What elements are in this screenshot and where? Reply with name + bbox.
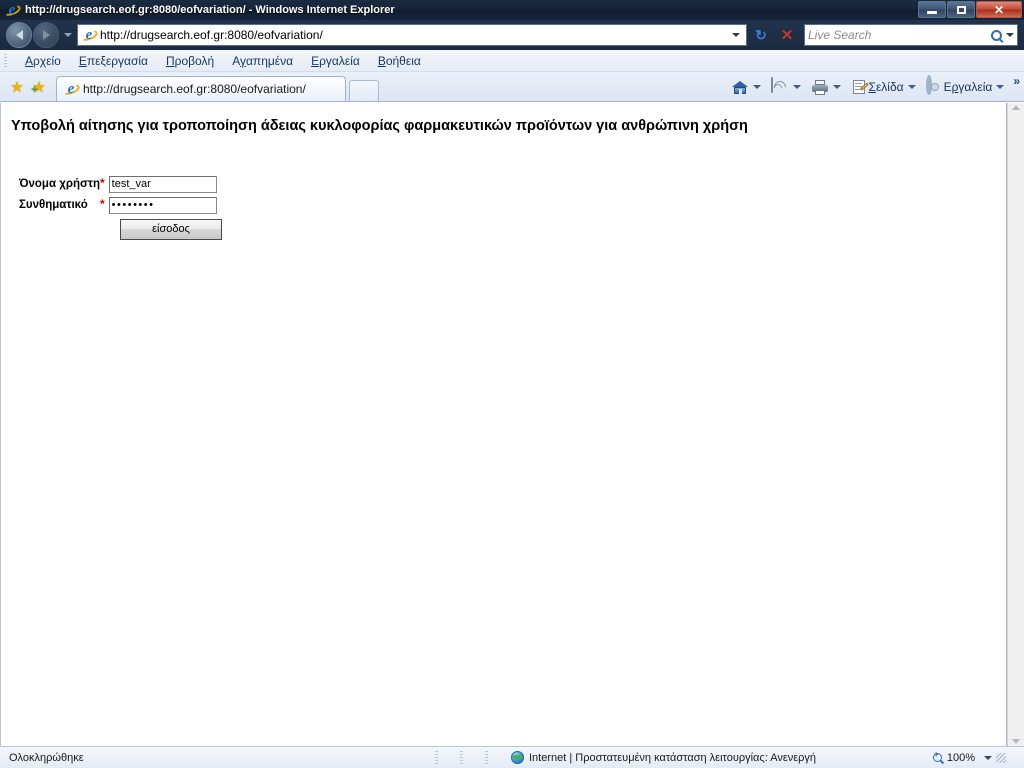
username-row: Όνομα χρήστη * (19, 175, 1006, 193)
feeds-button[interactable] (768, 75, 808, 99)
page-menu-label: Σελίδα (868, 80, 904, 94)
security-zone-label: Internet | Προστατευμένη κατάσταση λειτο… (529, 751, 817, 764)
forward-arrow-icon (42, 30, 50, 40)
page-title: Υποβολή αίτησης για τροποποίηση άδειας κ… (11, 118, 748, 134)
status-text: Ολοκληρώθηκε (9, 751, 84, 764)
refresh-icon: ↻ (755, 26, 767, 43)
menu-item-file[interactable]: Αρχείο (16, 52, 70, 70)
page-icon (851, 78, 869, 96)
home-button[interactable] (728, 75, 768, 99)
username-input[interactable] (108, 175, 217, 193)
address-input[interactable]: http://drugsearch.eof.gr:8080/eofvariati… (100, 28, 728, 42)
favorites-center-button[interactable]: ★ (6, 73, 28, 101)
chevron-down-icon[interactable] (907, 85, 916, 89)
forward-button[interactable] (33, 22, 59, 48)
required-marker: * (100, 196, 105, 211)
new-tab-button[interactable] (349, 80, 379, 101)
password-input[interactable] (108, 196, 217, 214)
tab-label: http://drugsearch.eof.gr:8080/eofvariati… (83, 82, 306, 96)
chevron-down-icon[interactable] (752, 85, 761, 89)
star-icon: ★ (10, 78, 24, 96)
security-zone[interactable]: Internet | Προστατευμένη κατάσταση λειτο… (511, 751, 933, 764)
title-bar: e http://drugsearch.eof.gr:8080/eofvaria… (0, 0, 1024, 20)
login-submit-button[interactable]: είσοδος (120, 218, 222, 240)
menu-item-favorites[interactable]: Αγαπημένα (223, 52, 302, 70)
menu-item-help[interactable]: Βοήθεια (369, 52, 430, 70)
address-dropdown-button[interactable] (728, 33, 744, 37)
back-arrow-icon (15, 30, 23, 40)
stop-button[interactable]: ✕ (775, 23, 799, 47)
address-bar[interactable]: e http://drugsearch.eof.gr:8080/eofvaria… (77, 24, 747, 46)
printer-icon (811, 78, 829, 96)
internet-zone-icon (511, 751, 524, 764)
chevron-down-icon[interactable] (996, 85, 1005, 89)
page-menu-button[interactable]: Σελίδα (848, 75, 923, 99)
rss-feed-icon (770, 77, 789, 96)
password-row: Συνθηματικό * (19, 196, 1006, 214)
vertical-scrollbar[interactable] (1007, 103, 1024, 746)
login-form: Όνομα χρήστη * Συνθηματικό * είσοδος (1, 175, 1006, 240)
close-icon: ✕ (780, 27, 794, 44)
chevron-down-icon[interactable] (832, 85, 841, 89)
scroll-up-icon[interactable] (1012, 105, 1020, 110)
ie-logo-icon: e (2, 2, 22, 18)
status-separators (424, 750, 499, 765)
close-icon: ✕ (993, 2, 1005, 17)
tab-bar: ★ ★ + e http://drugsearch.eof.gr:8080/eof… (0, 72, 1024, 102)
submit-row: είσοδος (120, 218, 1006, 240)
status-bar: Ολοκληρώθηκε Internet | Προστατευμένη κα… (0, 746, 1024, 768)
resize-grip-icon[interactable] (996, 752, 1006, 763)
recent-pages-button[interactable] (61, 22, 74, 48)
password-label: Συνθηματικό (19, 199, 88, 212)
minimize-icon (927, 10, 937, 14)
minimize-button[interactable] (918, 1, 946, 18)
zoom-icon (932, 750, 942, 762)
back-button[interactable] (6, 22, 32, 48)
command-bar: Σελίδα Εργαλεία » (728, 74, 1020, 100)
star-plus-icon: ★ + (31, 78, 46, 96)
chevron-down-icon (732, 33, 740, 37)
chevron-down-icon[interactable] (984, 755, 992, 760)
close-button[interactable]: ✕ (976, 1, 1022, 18)
search-box[interactable]: Live Search (804, 24, 1018, 46)
refresh-button[interactable]: ↻ (749, 23, 773, 47)
address-favicon-icon: e (79, 27, 99, 43)
search-icon[interactable] (991, 29, 1002, 41)
overflow-chevron-icon[interactable]: » (1013, 74, 1020, 88)
restore-icon (956, 5, 966, 14)
browser-tab-active[interactable]: e http://drugsearch.eof.gr:8080/eofvaria… (56, 76, 346, 101)
search-input[interactable]: Live Search (808, 28, 991, 42)
browser-window: e http://drugsearch.eof.gr:8080/eofvaria… (0, 0, 1024, 768)
menu-item-tools[interactable]: Εργαλεία (302, 52, 369, 70)
print-button[interactable] (808, 75, 848, 99)
page-content: Υποβολή αίτησης για τροποποίηση άδειας κ… (0, 103, 1007, 746)
tab-favicon-icon: e (61, 81, 81, 97)
window-title: http://drugsearch.eof.gr:8080/eofvariati… (25, 4, 395, 16)
navigation-bar: e http://drugsearch.eof.gr:8080/eofvaria… (0, 20, 1024, 50)
gear-icon (925, 75, 944, 96)
tools-menu-button[interactable]: Εργαλεία (923, 75, 1012, 99)
window-controls: ✕ (918, 1, 1022, 18)
add-favorites-button[interactable]: ★ + (28, 73, 50, 101)
username-label: Όνομα χρήστη (19, 178, 100, 191)
restore-button[interactable] (947, 1, 975, 18)
tools-menu-label: Εργαλεία (943, 80, 993, 94)
zoom-level-label: 100% (946, 751, 975, 764)
page-viewport: Υποβολή αίτησης για τροποποίηση άδειας κ… (0, 102, 1024, 746)
scroll-down-icon[interactable] (1012, 739, 1020, 744)
chevron-down-icon (63, 33, 72, 37)
menu-item-edit[interactable]: Επεξεργασία (70, 52, 157, 70)
menu-item-view[interactable]: Προβολή (157, 52, 223, 70)
chevron-down-icon[interactable] (792, 85, 801, 89)
toolbar-grip[interactable] (4, 54, 7, 68)
home-icon (731, 78, 749, 96)
required-marker: * (100, 175, 105, 190)
menu-bar: Αρχείο Επεξεργασία Προβολή Αγαπημένα Εργ… (0, 50, 1024, 72)
search-provider-chevron-icon[interactable] (1006, 33, 1014, 37)
zoom-control[interactable]: 100% (932, 750, 1020, 764)
